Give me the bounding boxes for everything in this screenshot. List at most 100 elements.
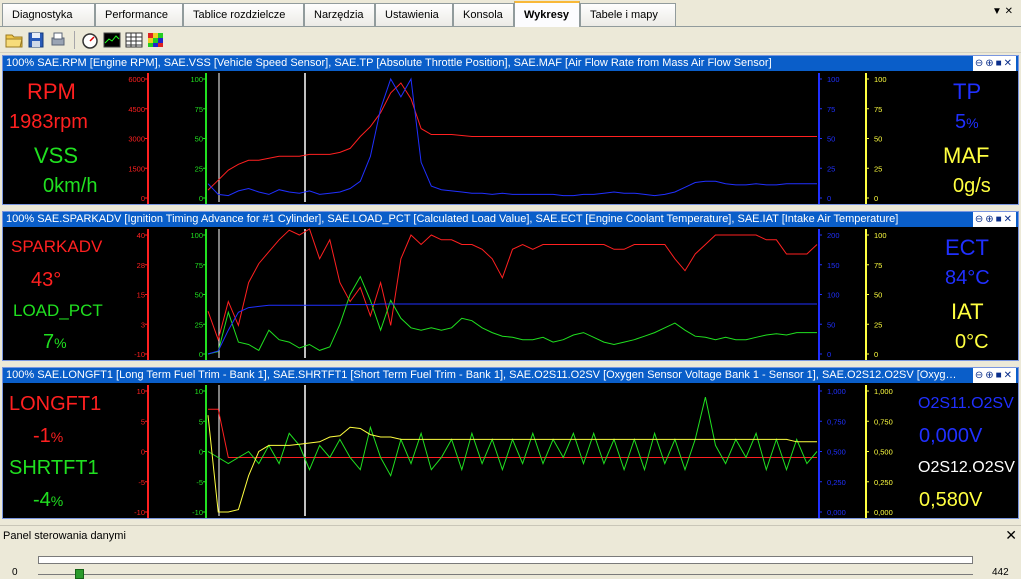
position-slider-track[interactable] [38, 574, 973, 578]
axis-tick-label: 0,000 [827, 508, 846, 517]
left-label-1-name: LONGFT1 [9, 393, 102, 415]
panel-window-controls[interactable]: ⊖⊕■✕ [972, 368, 1016, 383]
axis-tick-label: 0,250 [827, 478, 846, 487]
panel-window-controls[interactable]: ⊖⊕■✕ [972, 56, 1016, 71]
gauge-icon[interactable] [80, 30, 100, 50]
chart-panel-title[interactable]: 100% SAE.LONGFT1 [Long Term Fuel Trim - … [3, 368, 1018, 383]
save-icon[interactable] [26, 30, 46, 50]
axis-tick-label: 100 [827, 291, 840, 300]
axis-tick-label: 0,250 [874, 478, 893, 487]
axis-tick-label: 0 [827, 194, 831, 203]
left-label-1-value: -1% [33, 425, 64, 447]
series-line [207, 77, 817, 197]
tab-list-dropdown-icon[interactable]: ▼ ✕ [992, 6, 1013, 17]
axis-tick-label: 25 [195, 164, 203, 173]
axis-tick-label: 0 [827, 350, 831, 359]
right-label-1-value: 5% [955, 111, 979, 133]
series-line [207, 303, 817, 355]
left-label-2-value: -4% [33, 489, 64, 511]
left-label-2-name: VSS [34, 143, 79, 168]
axis-tick-label: 3000 [128, 135, 145, 144]
slider-min-label: 0 [12, 567, 18, 578]
tab-ustawienia[interactable]: Ustawienia [375, 3, 453, 26]
tab-tablice-rozdzielcze[interactable]: Tablice rozdzielcze [183, 3, 304, 26]
tab-konsola[interactable]: Konsola [453, 3, 514, 26]
axis-tick-label: 0 [141, 448, 145, 457]
axis-tick-label: -10 [192, 508, 203, 517]
chart-panel-title-text: 100% SAE.SPARKADV [Ignition Timing Advan… [6, 213, 899, 225]
axis-tick-label: 6000 [128, 75, 145, 84]
close-icon[interactable]: ✕ [1005, 527, 1017, 544]
axis-tick-label: 1500 [128, 164, 145, 173]
axis-tick-label: 75 [874, 261, 882, 270]
right-label-2-name: O2S12.O2SV [918, 459, 1015, 476]
axis-tick-label: 50 [827, 135, 835, 144]
chart-icon[interactable] [102, 30, 122, 50]
axis-tick-label: 0 [874, 350, 878, 359]
axis-tick-label: 75 [827, 105, 835, 114]
chart-panel-title[interactable]: 100% SAE.RPM [Engine RPM], SAE.VSS [Vehi… [3, 56, 1018, 71]
axis-tick-label: 100 [190, 231, 203, 240]
tab-narzedzia[interactable]: Narzędzia [304, 3, 375, 26]
tab-diagnostyka[interactable]: Diagnostyka [2, 3, 95, 26]
chart-area[interactable]: 40 28 15 3 -10 100 75 50 25 0 200 150 100 50 0 100 75 50 2… [3, 227, 1018, 360]
tab-performance[interactable]: Performance [95, 3, 183, 26]
axis-tick-label: 10 [137, 387, 145, 396]
chart-area[interactable]: 10 5 0 -5 -10 10 5 0 -5 -10 1,000 0,750 0,500 0,250 0,… [3, 383, 1018, 518]
right-label-1-value: 0,000V [919, 425, 983, 447]
series-line [207, 396, 818, 478]
axis-tick-label: 5 [199, 417, 203, 426]
right-label-2-name: IAT [951, 299, 984, 324]
chart-panel-fuel-trim[interactable]: 100% SAE.LONGFT1 [Long Term Fuel Trim - … [2, 367, 1019, 519]
heatmap-icon[interactable] [146, 30, 166, 50]
data-control-panel-title: Panel sterowania danymi [3, 530, 126, 542]
left-label-1-name: RPM [27, 79, 76, 104]
right-label-1-name: O2S11.O2SV [918, 395, 1014, 412]
tab-tabele-i-mapy[interactable]: Tabele i mapy [580, 3, 676, 26]
chart-panel-title[interactable]: 100% SAE.SPARKADV [Ignition Timing Advan… [3, 212, 1018, 227]
open-folder-icon[interactable] [4, 30, 24, 50]
axis-tick-label: 25 [874, 164, 882, 173]
chart-panel-title-text: 100% SAE.LONGFT1 [Long Term Fuel Trim - … [6, 369, 961, 381]
table-icon[interactable] [124, 30, 144, 50]
axis-tick-label: 50 [874, 135, 882, 144]
chart-panel-ignition[interactable]: 100% SAE.SPARKADV [Ignition Timing Advan… [2, 211, 1019, 361]
position-slider-thumb[interactable] [75, 569, 85, 579]
toolbar [0, 27, 1021, 53]
left-label-2-value: 7% [43, 331, 67, 353]
tab-wykresy[interactable]: Wykresy [514, 1, 580, 27]
chart-area[interactable]: 6000 4500 3000 1500 0 100 75 50 25 0 100 75 50 25 0 100… [3, 71, 1018, 204]
range-track[interactable] [38, 556, 973, 564]
axis-tick-label: 4500 [128, 105, 145, 114]
axis-tick-label: 0 [199, 194, 203, 203]
chart-panel-engine[interactable]: 100% SAE.RPM [Engine RPM], SAE.VSS [Vehi… [2, 55, 1019, 205]
axis-tick-label: 1,000 [827, 387, 846, 396]
axis-tick-label: 75 [195, 261, 203, 270]
left-label-2-name: LOAD_PCT [13, 301, 103, 320]
toolbar-separator [74, 31, 75, 49]
left-label-2-value: 0km/h [43, 175, 98, 197]
print-icon[interactable] [48, 30, 68, 50]
series-line [207, 228, 818, 342]
axis-tick-label: 10 [195, 387, 203, 396]
axis-tick-label: 25 [874, 320, 882, 329]
series-line [207, 82, 817, 191]
panel-window-controls[interactable]: ⊖⊕■✕ [972, 212, 1016, 227]
axis-tick-label: 150 [827, 261, 840, 270]
axis-tick-label: 50 [874, 291, 882, 300]
axis-tick-label: -5 [196, 478, 203, 487]
axis-tick-label: -10 [134, 350, 145, 359]
chart-svg: 6000 4500 3000 1500 0 100 75 50 25 0 100 75 50 25 0 100… [128, 73, 887, 204]
axis-tick-label: 75 [874, 105, 882, 114]
chart-panel-title-text: 100% SAE.RPM [Engine RPM], SAE.VSS [Vehi… [6, 57, 772, 69]
axis-tick-label: 50 [195, 135, 203, 144]
axis-tick-label: 40 [137, 231, 145, 240]
axis-tick-label: 0 [199, 350, 203, 359]
axis-tick-label: 1,000 [874, 387, 893, 396]
axis-tick-label: -10 [134, 508, 145, 517]
chart-svg: 4028153-10100755025020015010050010075502… [134, 228, 887, 360]
axis-tick-label: 0,750 [827, 417, 846, 426]
axis-tick-label: 3 [141, 320, 145, 329]
right-label-2-value: 0g/s [953, 175, 991, 197]
right-label-2-value: 0°C [955, 331, 989, 353]
